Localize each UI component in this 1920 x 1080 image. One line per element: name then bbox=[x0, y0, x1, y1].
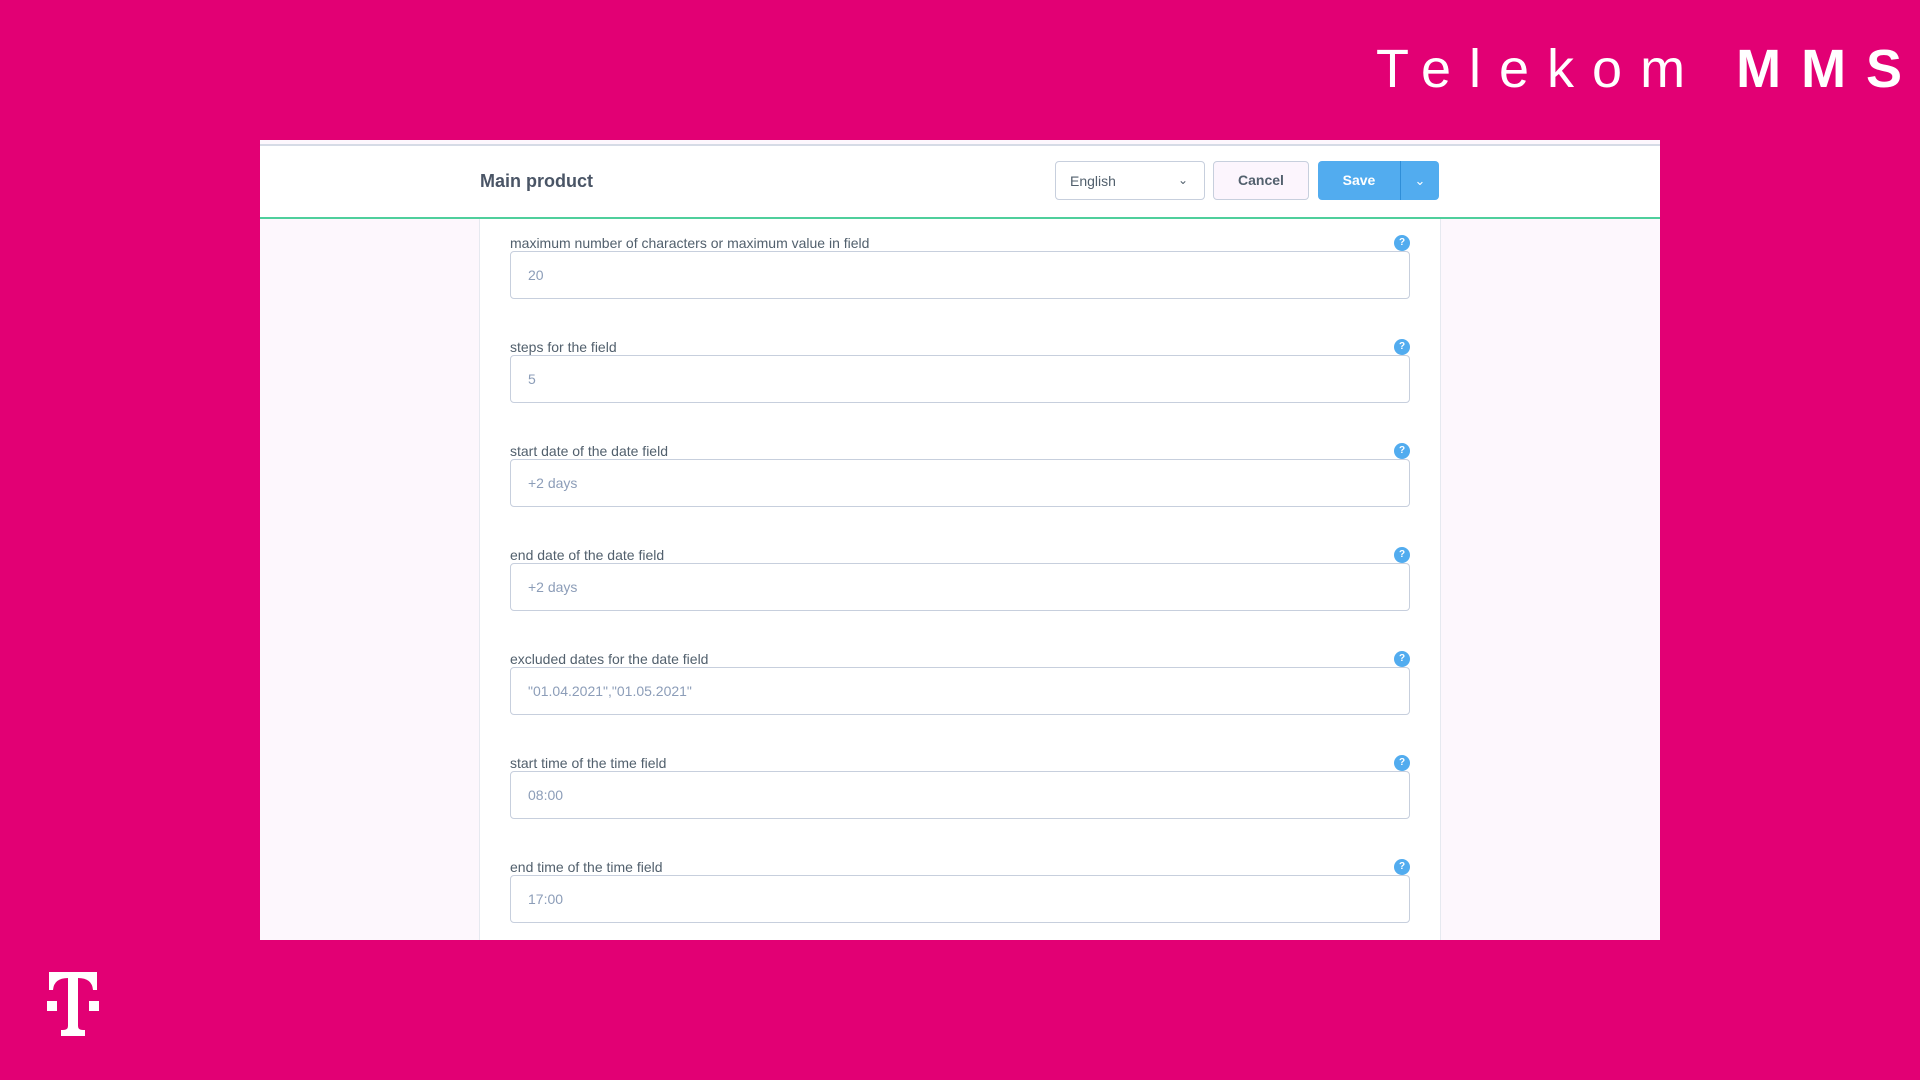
field-label: end date of the date field bbox=[510, 547, 665, 563]
field-label: start date of the date field bbox=[510, 443, 668, 459]
help-icon[interactable]: ? bbox=[1394, 755, 1410, 771]
save-button[interactable]: Save bbox=[1318, 161, 1400, 200]
page-title: Main product bbox=[480, 171, 593, 191]
field-input[interactable]: +2 days bbox=[510, 563, 1410, 611]
save-options-button[interactable]: ⌄ bbox=[1400, 161, 1439, 200]
field-label: steps for the field bbox=[510, 339, 617, 355]
help-icon[interactable]: ? bbox=[1394, 651, 1410, 667]
telekom-t-logo bbox=[47, 972, 99, 1036]
form-field: end time of the time field ? 17:00 bbox=[510, 859, 1410, 923]
field-label: maximum number of characters or maximum … bbox=[510, 235, 870, 251]
chevron-down-icon: ⌄ bbox=[1177, 173, 1188, 187]
help-icon[interactable]: ? bbox=[1394, 547, 1410, 563]
cancel-button[interactable]: Cancel bbox=[1213, 161, 1309, 200]
editor-header: Main product English ⌄ Cancel Save ⌄ bbox=[260, 144, 1660, 219]
help-icon[interactable]: ? bbox=[1394, 859, 1410, 875]
form-field: steps for the field ? 5 bbox=[510, 339, 1410, 403]
form-field: maximum number of characters or maximum … bbox=[510, 235, 1410, 299]
telekom-mms-logo: Telekom MMS bbox=[1376, 39, 1920, 99]
form-field: start time of the time field ? 08:00 bbox=[510, 755, 1410, 819]
field-input[interactable]: 17:00 bbox=[510, 875, 1410, 923]
help-icon[interactable]: ? bbox=[1394, 235, 1410, 251]
field-input[interactable]: 20 bbox=[510, 251, 1410, 299]
product-editor-panel: Main product English ⌄ Cancel Save ⌄ maxi… bbox=[260, 140, 1660, 940]
field-label: start time of the time field bbox=[510, 755, 667, 771]
help-icon[interactable]: ? bbox=[1394, 339, 1410, 355]
field-input[interactable]: 5 bbox=[510, 355, 1410, 403]
form-field: excluded dates for the date field ? "01.… bbox=[510, 651, 1410, 715]
chevron-down-icon: ⌄ bbox=[1414, 173, 1426, 188]
language-select[interactable]: English ⌄ bbox=[1055, 161, 1205, 200]
field-input[interactable]: 08:00 bbox=[510, 771, 1410, 819]
field-label: excluded dates for the date field bbox=[510, 651, 709, 667]
help-icon[interactable]: ? bbox=[1394, 443, 1410, 459]
form-field: end date of the date field ? +2 days bbox=[510, 547, 1410, 611]
form-field: start date of the date field ? +2 days bbox=[510, 443, 1410, 507]
field-label: end time of the time field bbox=[510, 859, 663, 875]
field-input[interactable]: "01.04.2021","01.05.2021" bbox=[510, 667, 1410, 715]
form-content: maximum number of characters or maximum … bbox=[479, 219, 1441, 940]
field-input[interactable]: +2 days bbox=[510, 459, 1410, 507]
